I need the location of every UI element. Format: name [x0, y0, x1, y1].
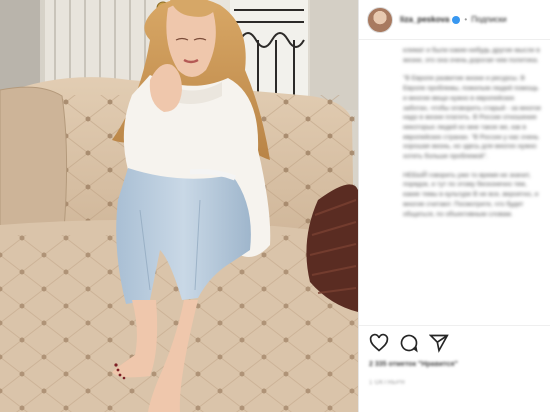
- divider: [359, 325, 550, 326]
- heart-icon[interactable]: [369, 333, 389, 353]
- post-photo[interactable]: [0, 0, 358, 412]
- caption-paragraph: климат и были какие-нибудь другие мысли …: [403, 47, 540, 64]
- verified-badge-icon: [452, 15, 461, 24]
- caption-paragraph: НЕБЫЙ говорить уже то время не значит, п…: [403, 171, 539, 218]
- comment-icon[interactable]: [399, 333, 419, 353]
- username-link[interactable]: liza_peskova: [400, 15, 449, 24]
- post-date: 1 ОКТЯБРЯ: [369, 380, 405, 386]
- following-button[interactable]: Подписки: [471, 15, 506, 24]
- post-photo-art: [0, 0, 358, 412]
- post-header: liza_peskova • Подписки: [359, 0, 550, 40]
- share-icon[interactable]: [429, 333, 449, 353]
- separator-dot: •: [464, 15, 468, 24]
- action-bar: [369, 333, 449, 353]
- likes-count[interactable]: 2 335 отметок "Нравится": [369, 361, 458, 368]
- avatar[interactable]: [367, 6, 393, 33]
- caption-paragraph: "В Европе развитие жизни и ресурсы. В Ев…: [403, 75, 542, 161]
- post-sidebar: liza_peskova • Подписки климат и были ка…: [358, 0, 550, 412]
- post-caption: климат и были какие-нибудь другие мысли …: [359, 40, 550, 219]
